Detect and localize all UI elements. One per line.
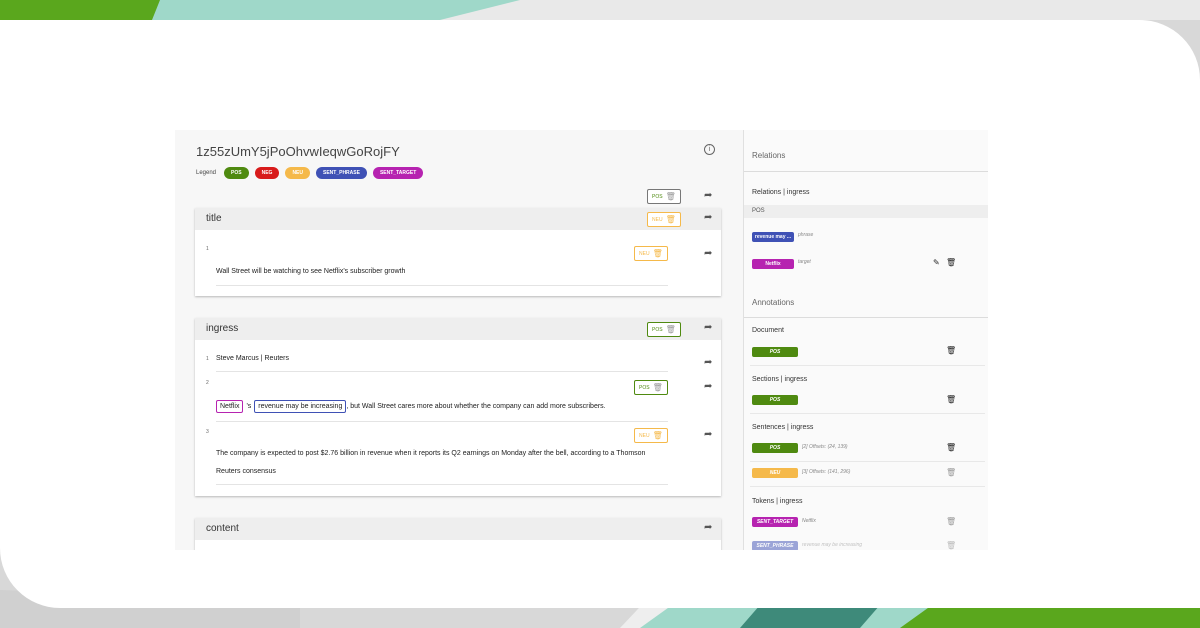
trash-icon[interactable]: 🗑 (946, 517, 956, 526)
sentence-text-continued[interactable]: Reuters consensus (216, 468, 276, 475)
divider (750, 365, 985, 366)
divider (750, 461, 985, 462)
section-header: title NEU 🗑 ➦ (195, 208, 721, 230)
possessive-text: 's (246, 403, 252, 410)
trash-icon[interactable]: 🗑 (946, 346, 956, 355)
annotation-app: 1z55zUmY5jPoOhvwIeqwGoRojFY i Legend POS… (175, 130, 988, 550)
sentence-offsets: [2] Offsets: (24, 139) (802, 444, 848, 450)
sentence-text[interactable]: Wall Street will be watching to see Netf… (216, 268, 405, 275)
section-ingress: ingress POS 🗑 ➦ 1 Steve Marcus | Reuters … (195, 318, 721, 496)
relations-heading: Relations (752, 151, 786, 160)
share-icon[interactable]: ➦ (704, 322, 712, 333)
relation-type: POS (752, 208, 765, 214)
share-icon[interactable]: ➦ (704, 248, 712, 259)
token-text: Netflix (802, 518, 816, 524)
sentence-text[interactable]: Steve Marcus | Reuters (216, 355, 289, 362)
trash-icon[interactable]: 🗑 (666, 215, 676, 224)
sentence-rest: , but Wall Street cares more about wheth… (346, 403, 606, 410)
relation-phrase-tag[interactable]: revenue may ... (752, 232, 794, 242)
legend-pos[interactable]: POS (224, 167, 249, 179)
info-icon[interactable]: i (704, 144, 715, 155)
token-annotation-tag[interactable]: SENT_TARGET (752, 517, 798, 527)
share-icon[interactable]: ➦ (704, 212, 712, 223)
trash-icon[interactable]: 🗑 (653, 431, 663, 440)
sentence-annotation-tag[interactable]: NEU (752, 468, 798, 478)
share-icon[interactable]: ➦ (704, 381, 712, 392)
line-number: 3 (206, 429, 209, 435)
share-icon[interactable]: ➦ (704, 357, 712, 368)
sidebar: Relations Relations | ingress POS revenu… (743, 130, 988, 550)
sentence-tag[interactable]: NEU 🗑 (634, 428, 668, 443)
line-number: 2 (206, 380, 209, 386)
legend-sent-phrase[interactable]: SENT_PHRASE (316, 167, 367, 179)
legend-neg[interactable]: NEG (254, 167, 280, 179)
relation-target-tag[interactable]: Netflix (752, 259, 794, 269)
legend-neu[interactable]: NEU (285, 167, 310, 179)
section-title: title NEU 🗑 ➦ 1 NEU 🗑 ➦ Wall Street will b… (195, 208, 721, 296)
token-annotation-tag[interactable]: SENT_PHRASE (752, 541, 798, 550)
section-content: content ➦ (195, 518, 721, 550)
entity-netflix[interactable]: Netflix (216, 400, 244, 413)
section-annotation-tag[interactable]: POS (752, 395, 798, 405)
line-divider (216, 285, 668, 286)
relation-target-role: target (798, 259, 811, 265)
divider (750, 413, 985, 414)
sentence-offsets: [3] Offsets: (141, 296) (802, 469, 851, 475)
trash-icon[interactable]: 🗑 (653, 383, 663, 392)
relation-type-row: POS (744, 205, 988, 218)
legend: Legend POS NEG NEU SENT_PHRASE SENT_TARG… (196, 167, 424, 179)
sentence-annotation-tag[interactable]: POS (752, 443, 798, 453)
trash-icon[interactable]: 🗑 (946, 468, 956, 477)
trash-icon[interactable]: 🗑 (946, 395, 956, 404)
token-text: revenue may be increasing (802, 542, 863, 548)
document-annotation-tag[interactable]: POS (752, 347, 798, 357)
share-icon[interactable]: ➦ (704, 429, 712, 440)
sections-label: Sections | ingress (752, 376, 808, 383)
section-heading: title (206, 213, 222, 224)
divider (744, 171, 988, 172)
line-divider (216, 484, 668, 485)
sentence-tag[interactable]: POS 🗑 (634, 380, 668, 395)
section-tag[interactable]: POS 🗑 (647, 322, 681, 337)
relation-phrase-role: phrase (798, 232, 814, 238)
sentences-label: Sentences | ingress (752, 424, 814, 431)
section-heading: content (206, 523, 239, 534)
trash-icon[interactable]: 🗑 (946, 541, 956, 550)
section-header: ingress POS 🗑 ➦ (195, 318, 721, 340)
document-id: 1z55zUmY5jPoOhvwIeqwGoRojFY (196, 144, 400, 159)
edit-icon[interactable]: ✎ (933, 258, 940, 267)
divider (750, 486, 985, 487)
sentence-tag[interactable]: NEU 🗑 (634, 246, 668, 261)
relations-subheading: Relations | ingress (752, 189, 810, 196)
annotations-heading: Annotations (752, 298, 795, 307)
line-number: 1 (206, 246, 209, 252)
line-divider (216, 421, 668, 422)
document-panel: 1z55zUmY5jPoOhvwIeqwGoRojFY i Legend POS… (175, 130, 743, 550)
entity-phrase[interactable]: revenue may be increasing (254, 400, 347, 413)
legend-sent-target[interactable]: SENT_TARGET (372, 167, 424, 179)
share-icon[interactable]: ➦ (704, 190, 712, 201)
section-header: content ➦ (195, 518, 721, 540)
legend-label: Legend (196, 170, 217, 176)
sentence-text[interactable]: The company is expected to post $2.76 bi… (216, 450, 645, 457)
share-icon[interactable]: ➦ (704, 522, 712, 533)
line-divider (216, 371, 668, 372)
divider (744, 317, 988, 318)
section-tag[interactable]: NEU 🗑 (647, 212, 681, 227)
section-heading: ingress (206, 323, 239, 334)
trash-icon[interactable]: 🗑 (666, 192, 676, 201)
document-tag[interactable]: POS 🗑 (647, 189, 681, 204)
sentence-text[interactable]: Netflix's revenue may be increasing, but … (216, 400, 606, 413)
line-number: 1 (206, 356, 209, 362)
trash-icon[interactable]: 🗑 (946, 443, 956, 452)
trash-icon[interactable]: 🗑 (946, 258, 956, 267)
document-label: Document (752, 327, 784, 334)
trash-icon[interactable]: 🗑 (666, 325, 676, 334)
trash-icon[interactable]: 🗑 (653, 249, 663, 258)
tokens-label: Tokens | ingress (752, 498, 803, 505)
